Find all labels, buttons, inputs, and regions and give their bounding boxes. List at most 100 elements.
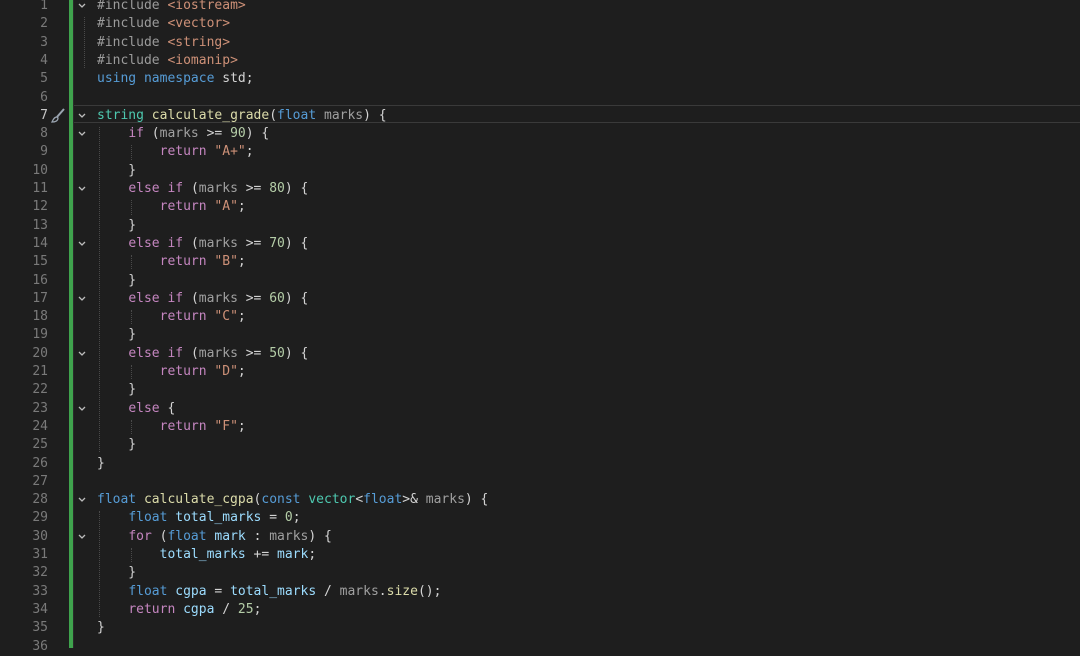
code-line[interactable]: 13 } — [0, 217, 1080, 235]
code-line[interactable]: 36 — [0, 638, 1080, 656]
code-text[interactable]: for (float mark : marks) { — [97, 528, 332, 546]
code-token: string — [97, 107, 152, 123]
code-line[interactable]: 21 return "D"; — [0, 363, 1080, 381]
code-token: 25 — [237, 601, 254, 617]
chevron-down-icon[interactable] — [77, 235, 87, 253]
code-text[interactable]: } — [97, 162, 136, 180]
code-line[interactable]: 30 for (float mark : marks) { — [0, 528, 1080, 546]
chevron-down-icon[interactable] — [77, 345, 87, 363]
code-line[interactable]: 33 float cgpa = total_marks / marks.size… — [0, 583, 1080, 601]
code-text[interactable]: #include <iostream> — [97, 0, 246, 15]
code-line[interactable]: 4 #include <iomanip> — [0, 52, 1080, 70]
code-text[interactable]: else { — [97, 400, 175, 418]
code-token: >& — [402, 492, 426, 508]
code-text[interactable]: float total_marks = 0; — [97, 509, 300, 527]
code-line[interactable]: 6 — [0, 89, 1080, 107]
code-text[interactable]: } — [97, 326, 136, 344]
code-line[interactable]: 12 return "A"; — [0, 198, 1080, 216]
chevron-down-icon[interactable] — [77, 107, 87, 125]
code-line[interactable]: 18 return "C"; — [0, 308, 1080, 326]
code-text[interactable]: return "D"; — [97, 363, 246, 381]
code-text[interactable]: return cgpa / 25; — [97, 601, 261, 619]
code-editor[interactable]: 1 #include <iostream> 2 #include <vector> 3 #… — [0, 0, 1080, 654]
code-line[interactable]: 17 else if (marks >= 60) { — [0, 290, 1080, 308]
line-number: 36 — [32, 638, 48, 654]
paintbrush-icon[interactable] — [50, 107, 66, 125]
chevron-down-icon[interactable] — [77, 290, 87, 308]
code-text[interactable]: #include <string> — [97, 34, 230, 52]
code-line[interactable]: 29 float total_marks = 0; — [0, 509, 1080, 527]
code-token: return — [159, 309, 215, 325]
code-line[interactable]: 11 else if (marks >= 80) { — [0, 180, 1080, 198]
chevron-down-icon[interactable] — [77, 180, 87, 198]
code-token: return — [159, 418, 215, 434]
code-text[interactable]: } — [97, 619, 105, 637]
chevron-down-icon[interactable] — [77, 400, 87, 418]
code-line[interactable]: 14 else if (marks >= 70) { — [0, 235, 1080, 253]
code-line[interactable]: 23 else { — [0, 400, 1080, 418]
code-line[interactable]: 28 float calculate_cgpa(const vector<floa… — [0, 491, 1080, 509]
code-text[interactable]: float cgpa = total_marks / marks.size(); — [97, 583, 441, 601]
code-line[interactable]: 15 return "B"; — [0, 253, 1080, 271]
code-text[interactable]: } — [97, 455, 105, 473]
code-line[interactable]: 5 using namespace std; — [0, 70, 1080, 88]
code-line[interactable]: 9 return "A+"; — [0, 143, 1080, 161]
chevron-down-icon[interactable] — [77, 125, 87, 143]
code-token: vector — [308, 492, 356, 508]
code-text[interactable]: return "B"; — [97, 253, 246, 271]
code-line[interactable]: 19 } — [0, 326, 1080, 344]
code-text[interactable]: return "A"; — [97, 198, 246, 216]
code-text[interactable]: return "A+"; — [97, 143, 254, 161]
code-line[interactable]: 24 return "F"; — [0, 418, 1080, 436]
code-token: >= — [206, 126, 231, 142]
code-text[interactable]: else if (marks >= 60) { — [97, 290, 308, 308]
code-token: marks — [339, 583, 379, 599]
code-text[interactable]: } — [97, 564, 136, 582]
chevron-down-icon[interactable] — [77, 491, 87, 509]
code-text[interactable]: else if (marks >= 70) { — [97, 235, 308, 253]
code-text[interactable]: else if (marks >= 80) { — [97, 180, 308, 198]
code-text[interactable]: string calculate_grade(float marks) { — [97, 107, 387, 125]
code-text[interactable]: } — [97, 381, 136, 399]
code-text[interactable]: #include <iomanip> — [97, 52, 238, 70]
indent-guide — [131, 310, 132, 325]
code-line[interactable]: 27 — [0, 473, 1080, 491]
code-text[interactable]: return "C"; — [97, 308, 246, 326]
code-line[interactable]: 25 } — [0, 436, 1080, 454]
code-line[interactable]: 32 } — [0, 564, 1080, 582]
code-text[interactable]: float calculate_cgpa(const vector<float>… — [97, 491, 488, 509]
code-line[interactable]: 3 #include <string> — [0, 34, 1080, 52]
chevron-down-icon[interactable] — [77, 528, 87, 546]
code-text[interactable]: using namespace std; — [97, 70, 254, 88]
code-line[interactable]: 22 } — [0, 381, 1080, 399]
code-token: <string> — [167, 34, 231, 50]
code-token: } — [97, 217, 137, 233]
code-line[interactable]: 2 #include <vector> — [0, 15, 1080, 33]
code-token: "C" — [214, 309, 238, 325]
code-line[interactable]: 31 total_marks += mark; — [0, 546, 1080, 564]
code-text[interactable]: return "F"; — [97, 418, 246, 436]
code-line[interactable]: 26} — [0, 455, 1080, 473]
code-text[interactable]: } — [97, 436, 136, 454]
code-line[interactable]: 8 if (marks >= 90) { — [0, 125, 1080, 143]
code-line[interactable]: 1 #include <iostream> — [0, 0, 1080, 15]
code-text[interactable]: if (marks >= 90) { — [97, 125, 269, 143]
code-token: >= — [245, 345, 270, 361]
code-text[interactable]: else if (marks >= 50) { — [97, 345, 308, 363]
code-line[interactable]: 10 } — [0, 162, 1080, 180]
code-text[interactable]: } — [97, 217, 136, 235]
code-text[interactable]: } — [97, 272, 136, 290]
code-line[interactable]: 16 } — [0, 272, 1080, 290]
chevron-down-icon[interactable] — [77, 0, 87, 15]
code-token: using — [97, 71, 144, 87]
code-line[interactable]: 20 else if (marks >= 50) { — [0, 345, 1080, 363]
code-text[interactable]: #include <vector> — [97, 15, 230, 33]
code-line[interactable]: 35} — [0, 619, 1080, 637]
code-token: size — [386, 583, 418, 599]
code-line[interactable]: 34 return cgpa / 25; — [0, 601, 1080, 619]
code-line[interactable]: 7 string calculate_grade(float marks) { — [0, 107, 1080, 125]
code-text[interactable]: total_marks += mark; — [97, 546, 317, 564]
